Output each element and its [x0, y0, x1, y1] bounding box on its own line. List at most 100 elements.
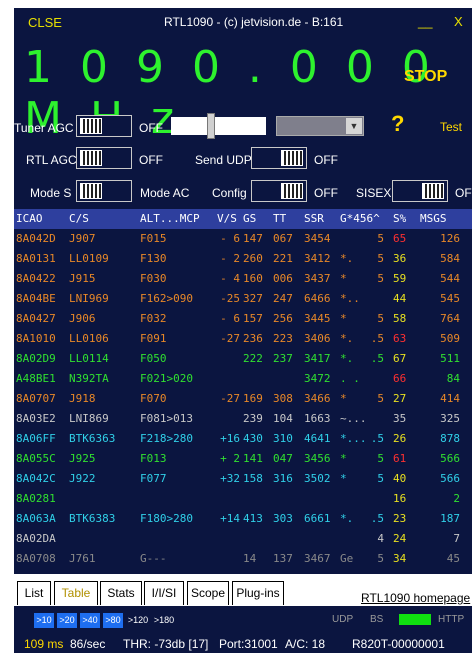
table-row[interactable]: 8A042D J907 F015 - 6 147 067 3454 5 65 126: [14, 230, 472, 247]
table-row[interactable]: 8A0422 J915 F030 - 4 160 006 3437 * 5 59 544: [14, 270, 472, 287]
table-cell: 6661: [304, 512, 331, 525]
slider-thumb[interactable]: [207, 113, 215, 139]
table-cell: 8A0131: [16, 252, 56, 265]
table-cell: 310: [273, 432, 293, 445]
tab-i-i-si[interactable]: I/I/SI: [144, 581, 184, 605]
range-button-180[interactable]: >180: [152, 613, 176, 628]
table-cell: - 4: [220, 272, 240, 285]
table-cell: +16: [220, 432, 240, 445]
table-cell: A48BE1: [16, 372, 56, 385]
bs-indicator: BS: [370, 614, 384, 625]
table-cell: F180>280: [140, 512, 193, 525]
column-header[interactable]: C/S: [69, 212, 89, 225]
table-row[interactable]: 8A1010 LL0106 F091 -27 236 223 3406 *. .5 63 509: [14, 330, 472, 347]
range-button-10[interactable]: >10: [34, 613, 54, 628]
table-row[interactable]: 8A042C J922 F077 +32 158 316 3502 * 5 40 566: [14, 470, 472, 487]
table-cell: 3466: [304, 392, 331, 405]
column-header[interactable]: ICAO: [16, 212, 43, 225]
table-cell: 236: [243, 332, 263, 345]
table-cell: J907: [69, 232, 96, 245]
column-header[interactable]: TT: [273, 212, 286, 225]
table-row[interactable]: 8A0708 J761 G--- 14 137 3467 Ge 5 34 45: [14, 550, 472, 567]
dropdown-arrow-icon[interactable]: ▼: [346, 118, 362, 134]
homepage-link[interactable]: RTL1090 homepage: [361, 591, 470, 605]
column-header[interactable]: ALT...MCP: [140, 212, 200, 225]
minimize-button[interactable]: __: [418, 14, 432, 29]
column-header[interactable]: V/S: [217, 212, 237, 225]
table-row[interactable]: 8A0281 16 2: [14, 490, 472, 507]
table-cell: *.: [340, 352, 354, 365]
table-cell: 221: [273, 252, 293, 265]
tab-stats[interactable]: Stats: [100, 581, 142, 605]
sisex-toggle[interactable]: [392, 180, 448, 202]
mode-s-toggle[interactable]: [76, 180, 132, 202]
test-button[interactable]: Test: [440, 120, 462, 134]
table-row[interactable]: 8A0427 J906 F032 - 6 157 256 3445 * 5 58 764: [14, 310, 472, 327]
table-cell: F013: [140, 452, 167, 465]
table-row[interactable]: 8A06FF BTK6363 F218>280 +16 430 310 4641 *... .5…: [14, 430, 472, 447]
table-row[interactable]: 8A02DA 4 24 7: [14, 530, 472, 547]
table-row[interactable]: 8A03E2 LNI869 F081>013 239 104 1663 ~... 35 325: [14, 410, 472, 427]
threshold-readout: THR: -73db [17]: [123, 637, 209, 651]
help-icon[interactable]: ?: [391, 111, 404, 137]
table-cell: -27: [220, 392, 240, 405]
table-cell: + 2: [220, 452, 240, 465]
table-cell: *.: [340, 252, 354, 265]
table-cell: 308: [273, 392, 293, 405]
column-header[interactable]: G*456^: [340, 212, 380, 225]
table-cell: *.: [340, 332, 354, 345]
exit-button[interactable]: X: [454, 14, 463, 29]
table-row[interactable]: 8A0707 J918 F070 -27 169 308 3466 * 5 27 414: [14, 390, 472, 407]
table-cell: +32: [220, 472, 240, 485]
stop-button[interactable]: STOP: [404, 68, 447, 86]
range-button-20[interactable]: >20: [57, 613, 77, 628]
column-header[interactable]: GS: [243, 212, 256, 225]
table-row[interactable]: A48BE1 N392TA F021>020 3472 . . 66 84: [14, 370, 472, 387]
table-cell: 67: [393, 352, 407, 365]
table-cell: *.: [340, 512, 354, 525]
table-row[interactable]: 8A02D9 LL0114 F050 222 237 3417 *. .5 67 511: [14, 350, 472, 367]
table-cell: 7: [453, 532, 460, 545]
table-cell: 256: [273, 312, 293, 325]
table-cell: LNI869: [69, 412, 109, 425]
table-cell: 63: [393, 332, 407, 345]
table-cell: 6466: [304, 292, 331, 305]
config-toggle[interactable]: [251, 180, 307, 202]
tab-table[interactable]: Table: [54, 581, 98, 605]
close-clse-button[interactable]: CLSE: [28, 15, 62, 30]
column-header[interactable]: SSR: [304, 212, 324, 225]
table-cell: 40: [393, 472, 407, 485]
table-cell: .5: [370, 512, 384, 525]
table-row[interactable]: 8A0131 LL0109 F130 - 2 260 221 3412 *. 5 36 584: [14, 250, 472, 267]
column-header[interactable]: MSGS: [420, 212, 447, 225]
range-button-40[interactable]: >40: [80, 613, 100, 628]
table-cell: 239: [243, 412, 263, 425]
table-cell: +14: [220, 512, 240, 525]
table-cell: LL0109: [69, 252, 109, 265]
tuner-agc-toggle[interactable]: [76, 115, 132, 137]
table-cell: 223: [273, 332, 293, 345]
range-button-120[interactable]: >120: [126, 613, 150, 628]
table-cell: 3445: [304, 312, 331, 325]
send-udp-toggle[interactable]: [251, 147, 307, 169]
tab-scope[interactable]: Scope: [187, 581, 229, 605]
tab-plug-ins[interactable]: Plug-ins: [232, 581, 284, 605]
table-cell: 509: [440, 332, 460, 345]
table-row[interactable]: 8A055C J925 F013 + 2 141 047 3456 * 5 61 566: [14, 450, 472, 467]
table-row[interactable]: 8A063A BTK6383 F180>280 +14 413 303 6661 *. .5 23…: [14, 510, 472, 527]
table-cell: 430: [243, 432, 263, 445]
table-cell: 4: [377, 532, 384, 545]
gain-slider[interactable]: [171, 113, 266, 139]
table-cell: *: [340, 452, 347, 465]
table-cell: 58: [393, 312, 407, 325]
table-cell: 8A055C: [16, 452, 56, 465]
table-cell: F091: [140, 332, 167, 345]
port-readout: Port:31001: [219, 637, 278, 651]
table-row[interactable]: 8A04BE LNI969 F162>090 -25 327 247 6466 *.. 44 54…: [14, 290, 472, 307]
range-button-80[interactable]: >80: [103, 613, 123, 628]
column-header[interactable]: S%: [393, 212, 406, 225]
rtl-agc-toggle[interactable]: [76, 147, 132, 169]
timing-readout: 109 ms: [24, 637, 64, 651]
tab-list[interactable]: List: [17, 581, 51, 605]
gain-select[interactable]: ▼: [276, 116, 364, 136]
